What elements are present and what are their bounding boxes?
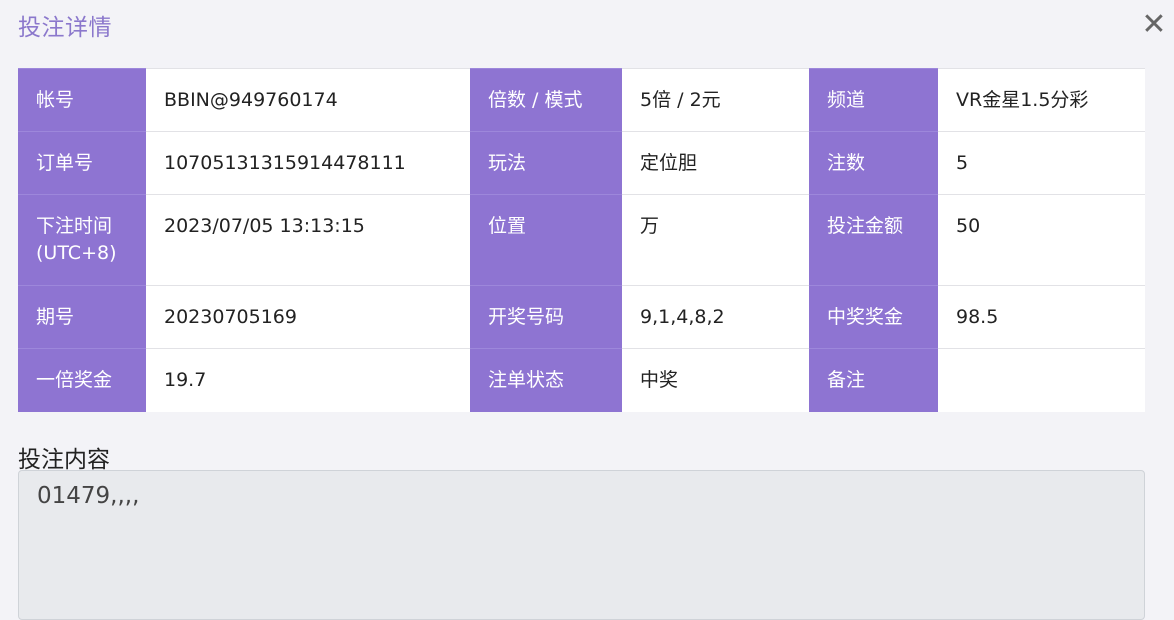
account-label: 帐号 xyxy=(18,68,146,132)
winning-prize-label: 中奖奖金 xyxy=(809,285,938,349)
bet-status-value: 中奖 xyxy=(622,348,809,412)
order-number-label: 订单号 xyxy=(18,131,146,195)
channel-label: 频道 xyxy=(809,68,938,132)
bet-count-value: 5 xyxy=(938,131,1145,195)
bet-status-label: 注单状态 xyxy=(470,348,622,412)
table-row: 期号 20230705169 开奖号码 9,1,4,8,2 中奖奖金 98.5 xyxy=(18,285,1145,349)
order-number-value: 10705131315914478111 xyxy=(146,131,470,195)
draw-numbers-value: 9,1,4,8,2 xyxy=(622,285,809,349)
position-label: 位置 xyxy=(470,194,622,286)
play-type-value: 定位胆 xyxy=(622,131,809,195)
table-row: 一倍奖金 19.7 注单状态 中奖 备注 xyxy=(18,348,1145,412)
bet-amount-value: 50 xyxy=(938,194,1145,286)
bet-detail-table: 帐号 BBIN@949760174 倍数 / 模式 5倍 / 2元 频道 VR金… xyxy=(18,68,1145,412)
table-row: 订单号 10705131315914478111 玩法 定位胆 注数 5 xyxy=(18,131,1145,195)
bet-time-label: 下注时间 (UTC+8) xyxy=(18,194,146,286)
remark-value xyxy=(938,348,1145,412)
multiplier-mode-value: 5倍 / 2元 xyxy=(622,68,809,132)
bet-count-label: 注数 xyxy=(809,131,938,195)
issue-number-label: 期号 xyxy=(18,285,146,349)
play-type-label: 玩法 xyxy=(470,131,622,195)
table-row: 下注时间 (UTC+8) 2023/07/05 13:13:15 位置 万 投注… xyxy=(18,194,1145,286)
multiplier-mode-label: 倍数 / 模式 xyxy=(470,68,622,132)
draw-numbers-label: 开奖号码 xyxy=(470,285,622,349)
close-icon[interactable]: ✕ xyxy=(1140,10,1168,40)
single-prize-value: 19.7 xyxy=(146,348,470,412)
remark-label: 备注 xyxy=(809,348,938,412)
single-prize-label: 一倍奖金 xyxy=(18,348,146,412)
account-value: BBIN@949760174 xyxy=(146,68,470,132)
dialog-title: 投注详情 xyxy=(18,15,112,41)
table-row: 帐号 BBIN@949760174 倍数 / 模式 5倍 / 2元 频道 VR金… xyxy=(18,68,1145,132)
bet-time-label-text: 下注时间 (UTC+8) xyxy=(36,215,117,264)
channel-value: VR金星1.5分彩 xyxy=(938,68,1145,132)
bet-time-value: 2023/07/05 13:13:15 xyxy=(146,194,470,286)
bet-amount-label: 投注金额 xyxy=(809,194,938,286)
bet-content-value: 01479,,,, xyxy=(37,483,140,509)
winning-prize-value: 98.5 xyxy=(938,285,1145,349)
bet-content-label: 投注内容 xyxy=(18,447,110,473)
issue-number-value: 20230705169 xyxy=(146,285,470,349)
position-value: 万 xyxy=(622,194,809,286)
bet-content-textarea[interactable]: 01479,,,, xyxy=(18,470,1145,620)
